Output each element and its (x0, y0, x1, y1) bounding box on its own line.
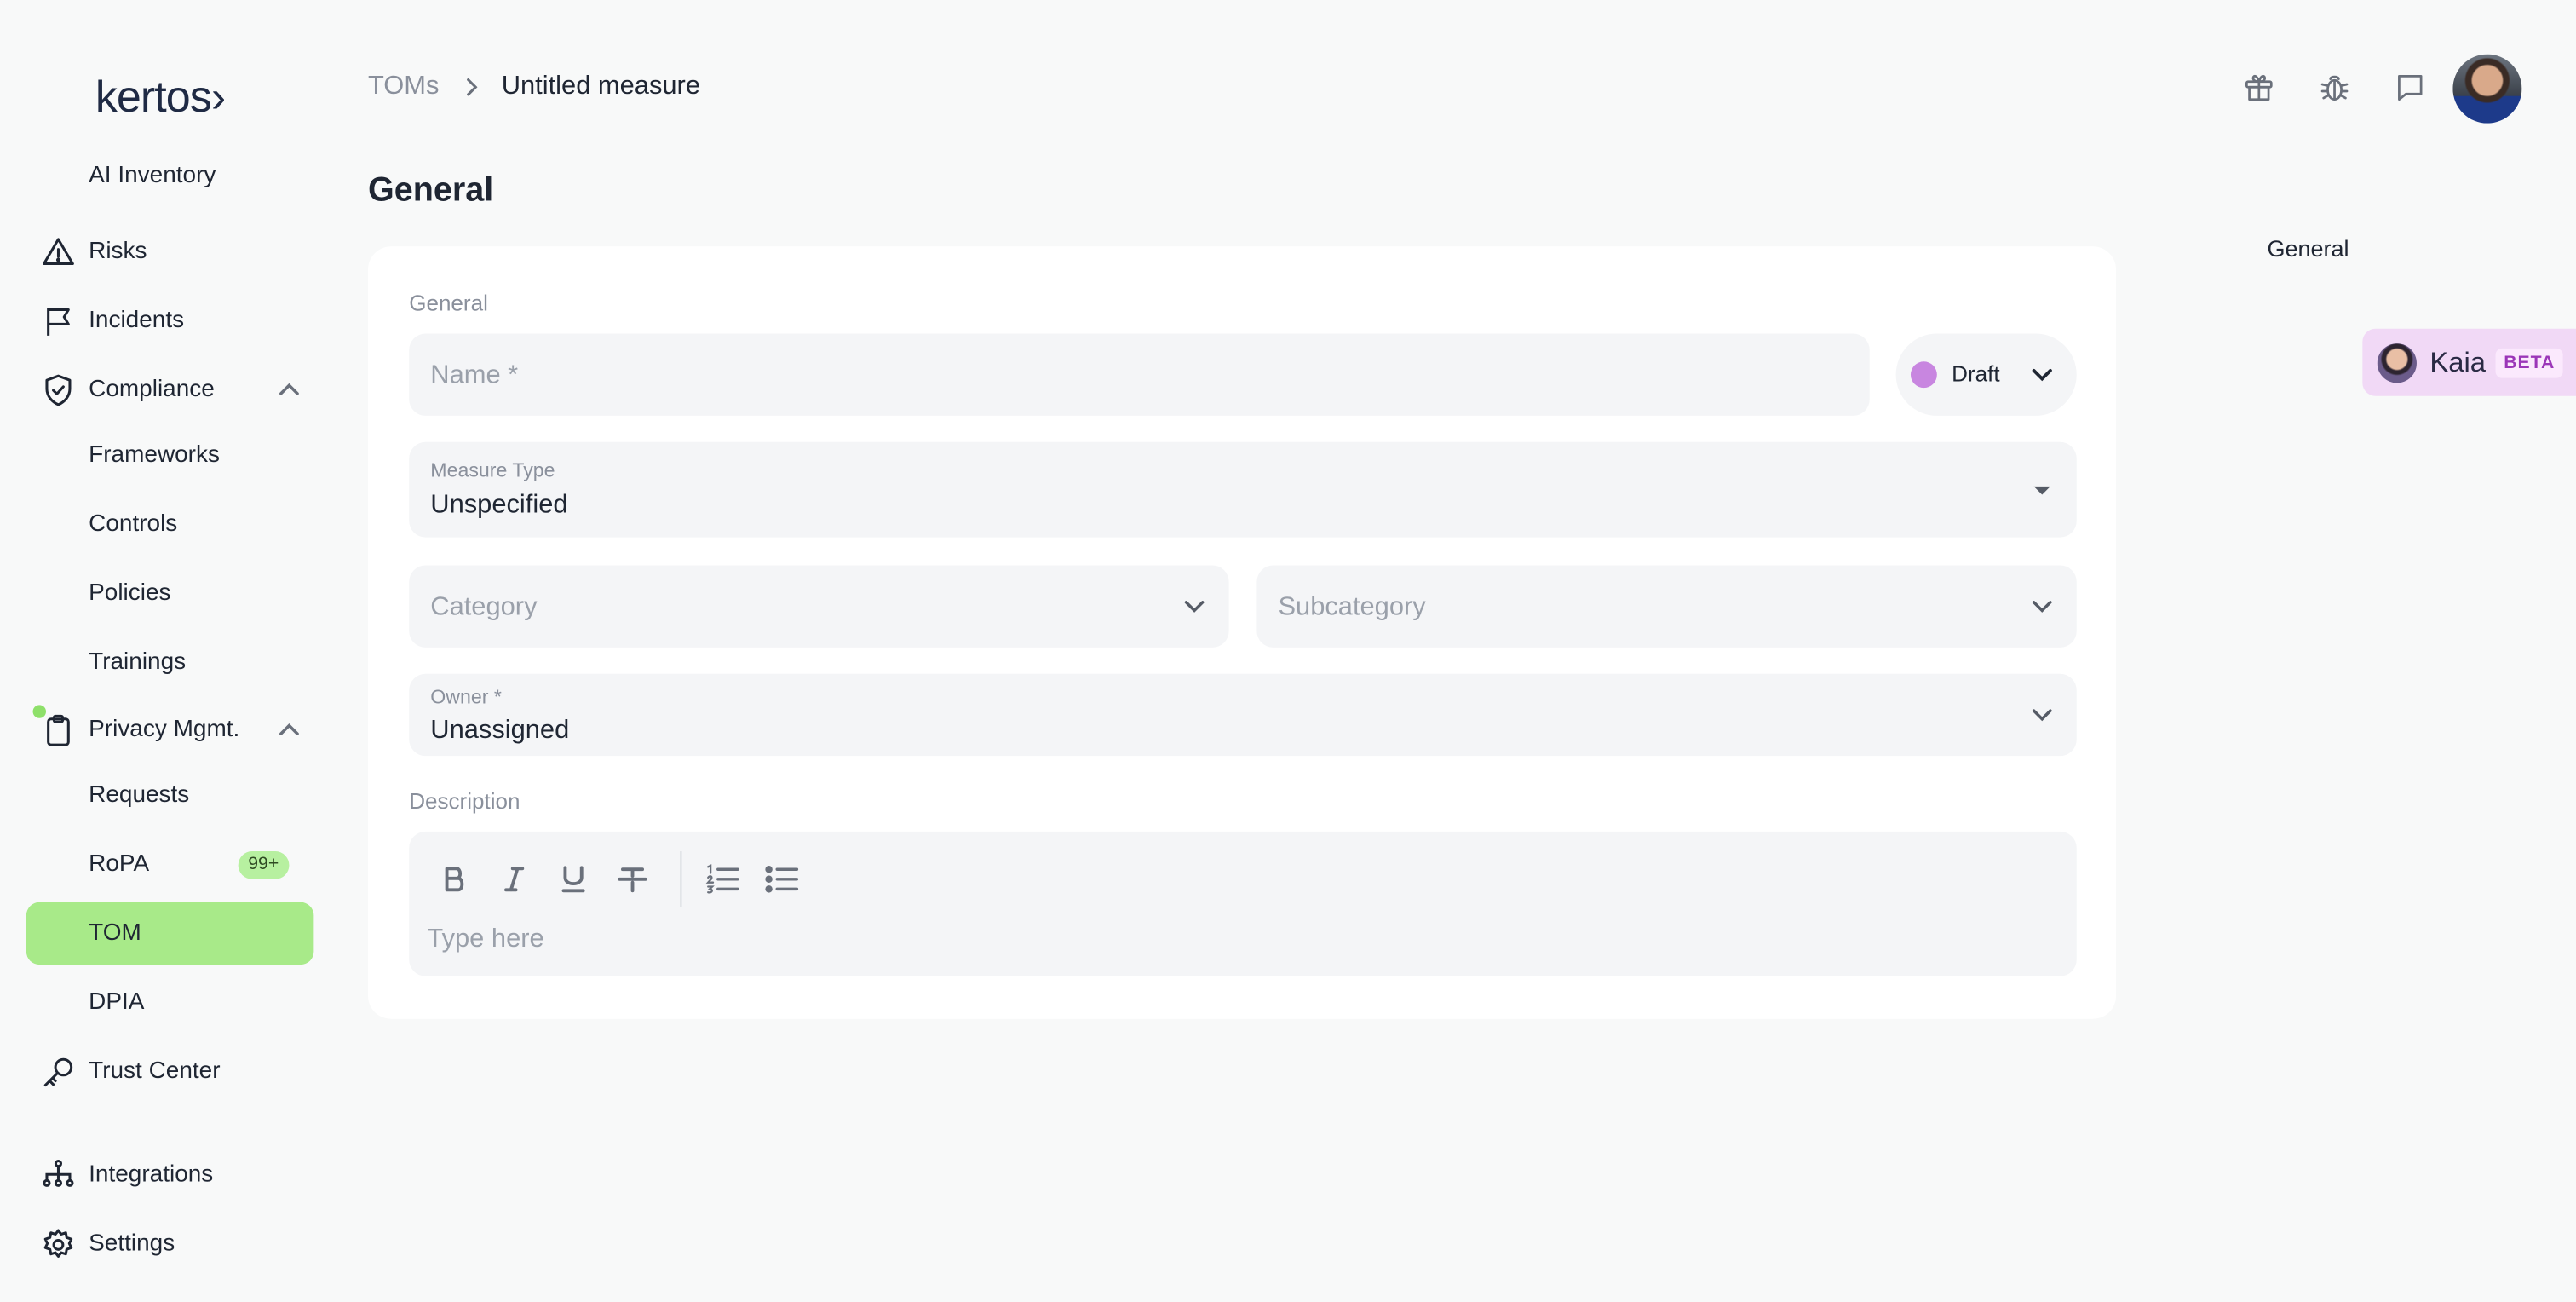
gift-icon[interactable] (2234, 62, 2284, 112)
description-editor[interactable]: Type here (409, 831, 2077, 976)
chevron-up-icon[interactable] (278, 378, 301, 401)
measure-type-value: Unspecified (430, 491, 568, 520)
strikethrough-icon[interactable] (611, 858, 653, 901)
chevron-down-icon (2032, 709, 2052, 722)
toc-link-general[interactable]: General (2267, 235, 2349, 262)
sidebar-item-label: Settings (89, 1230, 175, 1258)
kertos-logo[interactable]: kertos› (95, 72, 226, 124)
sidebar-item-label: Trust Center (89, 1058, 221, 1085)
ordered-list-icon[interactable] (702, 858, 745, 901)
sidebar-item-compliance[interactable]: Compliance (26, 358, 314, 420)
status-select[interactable]: Draft (1895, 333, 2077, 416)
gear-icon (39, 1226, 75, 1262)
subcategory-select[interactable]: Subcategory (1256, 565, 2077, 648)
breadcrumb-parent[interactable]: TOMs (368, 72, 439, 102)
sidebar-item-label: TOM (89, 920, 141, 947)
description-placeholder: Type here (427, 925, 544, 953)
avatar[interactable] (2452, 54, 2522, 124)
owner-label: Owner * (430, 685, 502, 709)
header-actions (2234, 62, 2461, 112)
sidebar-item-requests[interactable]: Requests (26, 764, 314, 827)
sidebar-item-ropa[interactable]: RoPA 99+ (26, 833, 314, 896)
sidebar-item-incidents[interactable]: Incidents (26, 289, 314, 351)
sidebar-item-controls[interactable]: Controls (26, 493, 314, 556)
sidebar-item-integrations[interactable]: Integrations (26, 1144, 314, 1206)
sidebar-item-label: Requests (89, 782, 190, 809)
key-icon (39, 1053, 75, 1089)
bug-icon[interactable] (2310, 62, 2360, 112)
sidebar-item-ai-inventory[interactable]: AI Inventory (26, 153, 314, 199)
sidebar-item-frameworks[interactable]: Frameworks (26, 424, 314, 487)
sidebar-item-trust-center[interactable]: Trust Center (26, 1040, 314, 1103)
kaia-avatar (2377, 343, 2417, 383)
chat-icon[interactable] (2385, 62, 2435, 112)
owner-value: Unassigned (430, 716, 570, 745)
sidebar-item-label: RoPA (89, 851, 150, 878)
name-placeholder: Name * (430, 361, 519, 390)
description-label: Description (409, 788, 520, 814)
chevron-down-icon (1184, 601, 1205, 613)
sidebar-item-label: Policies (89, 579, 171, 607)
sidebar-item-label: Privacy Mgmt. (89, 716, 240, 743)
sidebar-item-tom[interactable]: TOM (26, 902, 314, 965)
bullet-list-icon[interactable] (761, 858, 803, 901)
name-field[interactable]: Name * (409, 333, 1870, 416)
shield-check-icon (39, 372, 75, 407)
owner-select[interactable]: Owner * Unassigned (409, 673, 2077, 757)
chevron-down-icon (2032, 368, 2052, 382)
breadcrumb-current: Untitled measure (501, 72, 701, 101)
status-label: Draft (1952, 361, 2000, 387)
sidebar-item-policies[interactable]: Policies (26, 562, 314, 625)
sidebar-item-label: DPIA (89, 989, 145, 1016)
sidebar-item-label: Integrations (89, 1161, 214, 1189)
beta-badge: BETA (2495, 347, 2563, 377)
breadcrumb: TOMs Untitled measure (368, 72, 700, 102)
sidebar-item-label: Trainings (89, 648, 187, 676)
sidebar-item-risks[interactable]: Risks (26, 220, 314, 282)
sidebar-item-privacy-mgmt[interactable]: Privacy Mgmt. (26, 699, 314, 761)
underline-icon[interactable] (552, 858, 595, 901)
sidebar-item-trainings[interactable]: Trainings (26, 631, 314, 694)
app-root: kertos› AI Inventory Risks Incidents Com… (0, 0, 2576, 1301)
kaia-assistant-button[interactable]: Kaia BETA (2362, 328, 2576, 396)
category-placeholder: Category (430, 593, 538, 622)
category-select[interactable]: Category (409, 565, 1229, 648)
clipboard-icon (39, 711, 75, 747)
warning-icon (39, 233, 75, 269)
subcategory-placeholder: Subcategory (1278, 593, 1426, 622)
sidebar-item-label: Controls (89, 510, 178, 538)
sidebar-item-label: Risks (89, 238, 147, 265)
sidebar-item-settings[interactable]: Settings (26, 1213, 314, 1275)
status-dot (1910, 361, 1937, 389)
chevron-right-icon (467, 78, 479, 96)
section-label-general: General (409, 291, 488, 316)
bold-icon[interactable] (434, 858, 476, 901)
sidebar-item-label: Compliance (89, 376, 215, 403)
kaia-name: Kaia (2429, 345, 2487, 377)
sidebar-item-label: AI Inventory (89, 162, 216, 189)
measure-type-select[interactable]: Measure Type Unspecified (409, 441, 2077, 538)
chevron-down-icon (2032, 601, 2052, 613)
flag-icon (39, 302, 75, 338)
italic-icon[interactable] (493, 858, 536, 901)
toolbar-divider (680, 851, 682, 907)
page-title: General (368, 170, 494, 209)
measure-type-label: Measure Type (430, 458, 555, 482)
sidebar-item-dpia[interactable]: DPIA (26, 971, 314, 1034)
count-badge: 99+ (238, 851, 289, 879)
sidebar-item-label: Incidents (89, 307, 185, 334)
hierarchy-icon (39, 1157, 75, 1193)
caret-down-icon (2033, 486, 2050, 495)
chevron-up-icon[interactable] (278, 718, 301, 741)
sidebar-item-label: Frameworks (89, 441, 220, 469)
